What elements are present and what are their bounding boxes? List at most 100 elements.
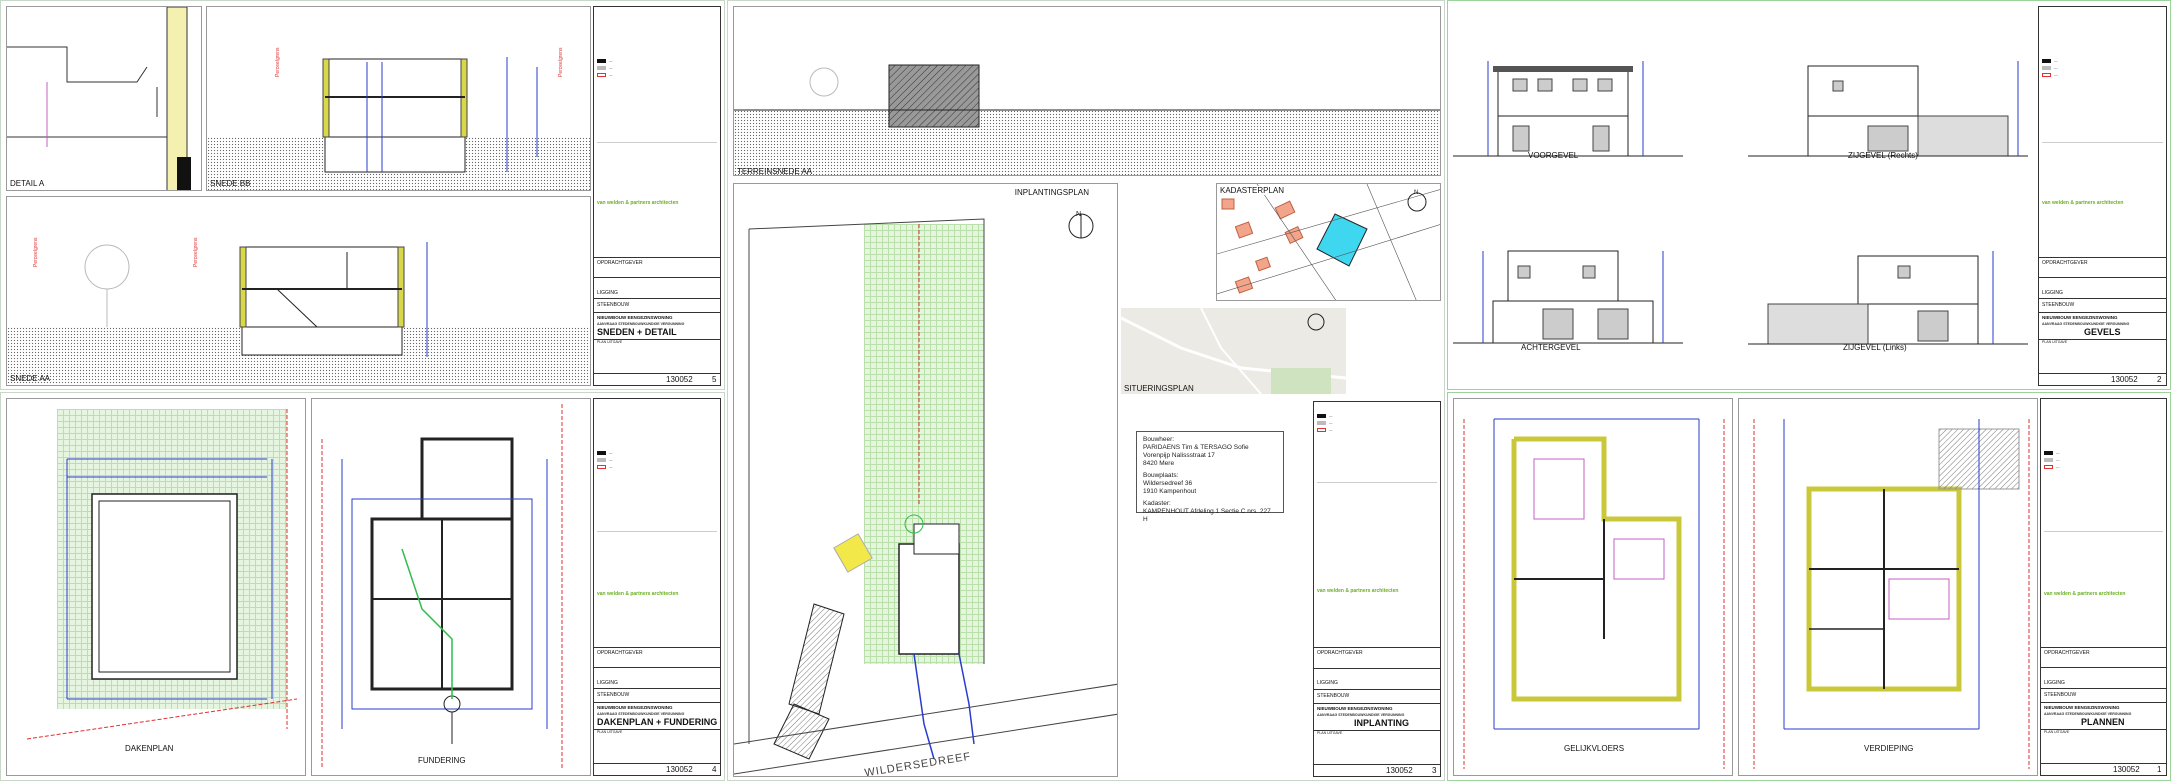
project-label: NIEUWBOUW EENGEZINSWONING [1317, 706, 1393, 711]
bouwplaats-city: 1910 Kampenhout [1143, 488, 1197, 495]
zijgevel-links-drawing [1748, 251, 2028, 345]
panel-verdieping: VERDIEPING [1738, 398, 2038, 776]
snede-aa-drawing: Perceelgrens Perceelgrens [33, 237, 428, 357]
opdrachtgever-label: OPDRACHTGEVER [597, 650, 643, 656]
panel-label: INPLANTINGSPLAN [1014, 188, 1089, 197]
firm-name: van welden & partners architecten [2042, 200, 2124, 206]
firm-name: van welden & partners architecten [597, 591, 679, 597]
project-label: NIEUWBOUW EENGEZINSWONING [2044, 705, 2120, 710]
panel-label: VERDIEPING [1864, 744, 1914, 753]
opdrachtgever-label: OPDRACHTGEVER [2044, 650, 2090, 656]
sheet-title: INPLANTING [1354, 718, 1409, 728]
panel-label: SNEDE BB [210, 179, 251, 188]
kadaster-value: KAMPENHOUT Afdeling 1 Sectie C nrs. 227 … [1143, 508, 1271, 523]
title-block: — — — van welden & partners architecten … [2038, 6, 2167, 386]
situering-drawing [1121, 308, 1346, 394]
sheet-sneden-detail: DETAIL A Perceelgrens Perceelgrens SNEDE… [0, 0, 725, 390]
sheet-number: 5 [712, 375, 717, 384]
plan-uitgave: PLAN UITGAVE [597, 340, 623, 344]
bouwheer-street: Vorenpijp Nalissstraat 17 [1143, 452, 1215, 459]
project-label: NIEUWBOUW EENGEZINSWONING [597, 315, 673, 320]
aanvraag-label: AANVRAAG STEDENBOUWKUNDIGE VERGUNNING [2044, 712, 2132, 716]
dossier-number: 130052 [666, 375, 693, 384]
aanvraag-label: AANVRAAG STEDENBOUWKUNDIGE VERGUNNING [2042, 322, 2130, 326]
panel-label: ZIJGEVEL (Rechts) [1848, 151, 1918, 160]
sheet-title: SNEDEN + DETAIL [597, 327, 677, 337]
legend: — — — [597, 57, 685, 78]
detail-a-drawing [7, 7, 191, 190]
sheet-title: DAKENPLAN + FUNDERING [597, 717, 718, 727]
panel-terreinsnede: TERREINSNEDE AA [733, 6, 1441, 176]
ligging-label: LIGGING [597, 680, 618, 686]
sheet-inplanting: TERREINSNEDE AA N INPLANTINGSPLAN WILDER… [727, 0, 1445, 781]
bouwheer-name: PARIDAENS Tim & TERSAGO Sofie [1143, 444, 1249, 451]
panel-label: TERREINSNEDE AA [737, 167, 813, 176]
firm-name: van welden & partners architecten [2044, 591, 2126, 597]
panel-label: SITUERINGSPLAN [1124, 384, 1194, 393]
panel-label: DETAIL A [10, 179, 45, 188]
sheet-number: 3 [1432, 766, 1437, 775]
opdrachtgever-label: OPDRACHTGEVER [1317, 650, 1363, 656]
panel-label: FUNDERING [418, 756, 466, 765]
steenbouw-label: STEENBOUW [597, 692, 630, 698]
panel-achtergevel: ACHTERGEVEL [1453, 221, 1683, 361]
sheet-dakenplan-fundering: DAKENPLAN FUNDERING — — — van welden & p… [0, 392, 725, 781]
panel-gelijkvloers: GELIJKVLOERS [1453, 398, 1733, 776]
panel-detail-a: DETAIL A [6, 6, 202, 191]
panel-label: ACHTERGEVEL [1521, 343, 1581, 352]
panel-label: ZIJGEVEL (Links) [1843, 343, 1907, 352]
kadasterplan-drawing: N [1217, 184, 1440, 300]
title-block: — — — van welden & partners architecten … [593, 398, 721, 776]
opdrachtgever-label: OPDRACHTGEVER [597, 260, 643, 266]
panel-label: KADASTERPLAN [1220, 186, 1285, 195]
sheet-number: 2 [2157, 375, 2162, 384]
panel-dakenplan: DAKENPLAN [6, 398, 306, 776]
kadaster-label: Kadaster: [1143, 500, 1171, 507]
inplantingsplan-drawing: N [734, 211, 1117, 775]
legend: — — — [2044, 449, 2132, 470]
steenbouw-label: STEENBOUW [2042, 302, 2075, 308]
gelijkvloers-drawing [1463, 418, 1725, 769]
ligging-label: LIGGING [597, 290, 618, 296]
svg-text:Perceelgrens: Perceelgrens [193, 237, 199, 267]
sheet-title: PLANNEN [2081, 717, 2125, 727]
sheet-number: 4 [712, 765, 717, 774]
legend: — — — [597, 449, 685, 470]
title-block: — — — van welden & partners architecten … [593, 6, 721, 386]
firm-name: van welden & partners architecten [1317, 588, 1399, 594]
snede-bb-drawing: Perceelgrens Perceelgrens [275, 47, 564, 173]
sheet-title: GEVELS [2084, 327, 2121, 337]
ligging-label: LIGGING [2044, 680, 2065, 686]
panel-inplantingsplan: N INPLANTINGSPLAN WILDERSEDREEF [733, 183, 1118, 777]
title-block: — — — van welden & partners architecten … [2040, 398, 2167, 776]
svg-text:N: N [1414, 190, 1418, 196]
opdrachtgever-label: OPDRACHTGEVER [2042, 260, 2088, 266]
sheet-gevels: VOORGEVEL ZIJGEVEL (Rechts) ACHTERGEVEL [1447, 0, 2171, 390]
plan-uitgave: PLAN UITGAVE [597, 730, 623, 734]
dossier-number: 130052 [1386, 766, 1413, 775]
plan-uitgave: PLAN UITGAVE [1317, 731, 1343, 735]
achtergevel-drawing [1453, 250, 1683, 344]
steenbouw-label: STEENBOUW [597, 302, 630, 308]
sheet-plannen: GELIJKVLOERS VERDIEPING — — — van welden… [1447, 392, 2171, 781]
panel-snede-bb: Perceelgrens Perceelgrens SNEDE BB [206, 6, 591, 191]
project-label: NIEUWBOUW EENGEZINSWONING [597, 705, 673, 710]
legend: — — — [1317, 412, 1405, 433]
aanvraag-label: AANVRAAG STEDENBOUWKUNDIGE VERGUNNING [1317, 713, 1405, 717]
bouwheer-city: 8420 Mere [1143, 460, 1175, 467]
svg-text:Perceelgrens: Perceelgrens [558, 47, 564, 77]
panel-situeringsplan: SITUERINGSPLAN [1121, 308, 1346, 394]
steenbouw-label: STEENBOUW [1317, 693, 1350, 699]
bouwplaats-label: Bouwplaats: [1143, 472, 1179, 479]
firm-name: van welden & partners architecten [597, 200, 679, 206]
panel-fundering: FUNDERING [311, 398, 591, 776]
panel-snede-aa: Perceelgrens Perceelgrens SNEDE AA [6, 196, 591, 386]
ligging-label: LIGGING [2042, 290, 2063, 296]
aanvraag-label: AANVRAAG STEDENBOUWKUNDIGE VERGUNNING [597, 322, 685, 326]
panel-zijgevel-rechts: ZIJGEVEL (Rechts) [1748, 21, 2028, 161]
dakenplan-drawing [26, 409, 298, 740]
legend: — — — [2042, 57, 2130, 78]
ligging-label: LIGGING [1317, 680, 1338, 686]
panel-kadasterplan: N KADASTERPLAN [1216, 183, 1441, 301]
sheet-number: 1 [2157, 765, 2162, 774]
